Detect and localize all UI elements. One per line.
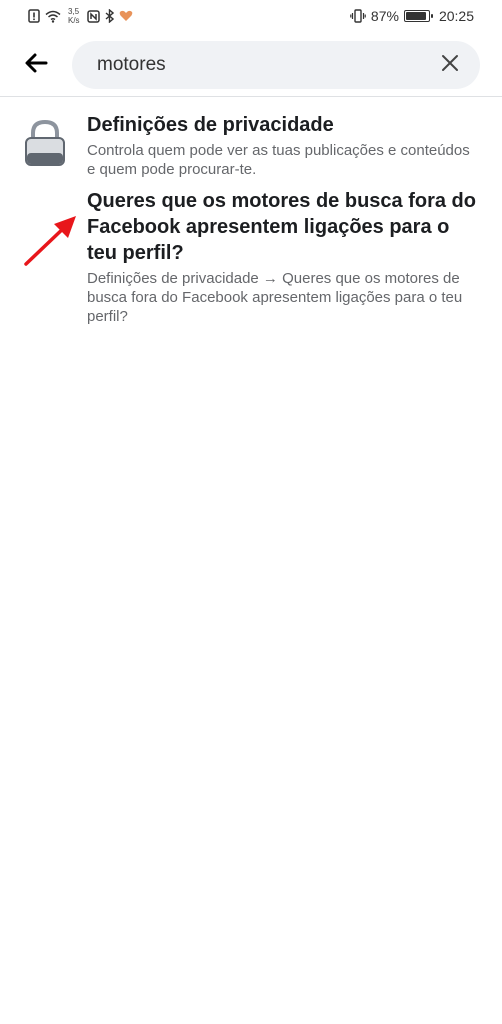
status-right: 87% 20:25 bbox=[350, 8, 474, 24]
nfc-icon bbox=[86, 9, 100, 23]
clear-search-button[interactable] bbox=[436, 51, 464, 79]
back-button[interactable] bbox=[0, 36, 72, 94]
vibrate-icon bbox=[350, 9, 366, 23]
wifi-icon bbox=[45, 10, 61, 23]
search-box[interactable] bbox=[72, 41, 480, 89]
speed-unit: K/s bbox=[68, 16, 80, 25]
result-description: Definições de privacidade → Queres que o… bbox=[87, 270, 463, 325]
battery-fill bbox=[405, 12, 426, 20]
arrow-left-icon bbox=[24, 52, 48, 79]
result-text: Definições de privacidade Controla quem … bbox=[87, 112, 477, 179]
speed-value: 3,5 bbox=[68, 7, 80, 16]
lock-icon bbox=[22, 118, 68, 168]
close-icon bbox=[441, 54, 459, 77]
search-header bbox=[0, 36, 502, 94]
health-heart-icon bbox=[119, 10, 133, 22]
search-input[interactable] bbox=[97, 54, 436, 76]
status-bar: 3,5 K/s 87% 20:25 bbox=[0, 0, 502, 32]
annotation-arrow-icon bbox=[18, 208, 82, 272]
result-description: Controla quem pode ver as tuas publicaçõ… bbox=[87, 142, 470, 178]
network-speed: 3,5 K/s bbox=[68, 7, 80, 25]
header-divider bbox=[0, 96, 502, 97]
clock: 20:25 bbox=[438, 8, 474, 24]
battery-percentage: 87% bbox=[370, 8, 399, 24]
status-left: 3,5 K/s bbox=[28, 7, 133, 25]
result-title: Queres que os motores de busca fora do F… bbox=[87, 190, 476, 264]
result-text: Queres que os motores de busca fora do F… bbox=[87, 188, 477, 326]
battery-icon bbox=[403, 10, 433, 22]
sim-alert-icon bbox=[28, 9, 40, 23]
bluetooth-icon bbox=[105, 9, 114, 23]
result-title: Definições de privacidade bbox=[87, 114, 334, 136]
